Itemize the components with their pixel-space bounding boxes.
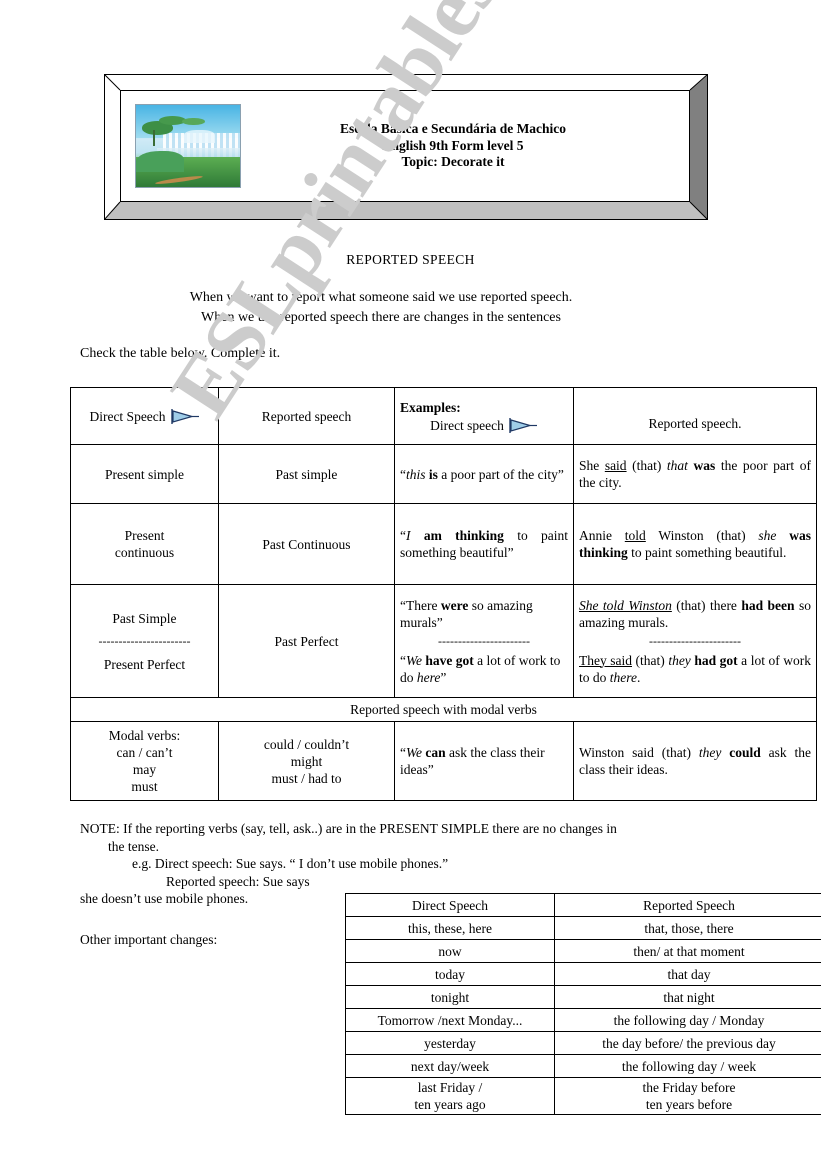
example-direct-3a: “There were so amazing murals” xyxy=(400,597,533,630)
changes-cell-direct: yesterday xyxy=(345,1031,555,1055)
table-header-row: Direct Speech Reported speech Examples: … xyxy=(70,387,817,445)
table-row-present-simple: Present simple Past simple “this is a po… xyxy=(70,444,817,504)
direct-tense-present-continuous: Present continuous xyxy=(70,503,219,585)
arrow-right-icon xyxy=(170,408,200,424)
table-row: tonight that night xyxy=(345,985,821,1009)
changes-cell-reported: then/ at that moment xyxy=(554,939,821,963)
changes-cell-direct: this, these, here xyxy=(345,916,555,940)
example-reported-1: She said (that) that was the poor part o… xyxy=(573,444,817,504)
note-line-3: e.g. Direct speech: Sue says. “ I don’t … xyxy=(132,856,449,871)
table-row-modal-verbs: Modal verbs: can / can’t may must could / c… xyxy=(70,721,817,801)
changes-cell-direct: tonight xyxy=(345,985,555,1009)
direct-tense-present-simple: Present simple xyxy=(70,444,219,504)
intro-line-1: When we want to report what someone said… xyxy=(189,290,573,305)
direct-tense-past-simple-present-perfect: Past Simple ----------------------- Pres… xyxy=(70,584,219,698)
header-direct-speech-cell: Direct Speech xyxy=(70,387,219,445)
changes-cell-reported: the day before/ the previous day xyxy=(554,1031,821,1055)
table-row-present-continuous: Present continuous Past Continuous “I am … xyxy=(70,503,817,585)
example-direct-modal: “We can ask the class their ideas” xyxy=(394,721,574,801)
changes-cell-direct: Tomorrow /next Monday... xyxy=(345,1008,555,1032)
table-row: now then/ at that moment xyxy=(345,939,821,963)
header-landscape-image xyxy=(135,104,241,188)
example-reported-3b: They said (that) they had got a lot of w… xyxy=(579,652,811,685)
changes-cell-direct: now xyxy=(345,939,555,963)
modal-verbs-direct: Modal verbs: can / can’t may must xyxy=(70,721,219,801)
header-direct-speech-label: Direct Speech xyxy=(89,408,166,424)
dash-separator: ----------------------- xyxy=(438,634,530,648)
table-row: this, these, here that, those, there xyxy=(345,916,821,940)
table-row: Tomorrow /next Monday... the following da… xyxy=(345,1008,821,1032)
table-row: next day/week the following day / week xyxy=(345,1054,821,1078)
modal-verbs-band-label: Reported speech with modal verbs xyxy=(70,697,817,722)
intro-paragraph: When we want to report what someone said… xyxy=(0,288,762,328)
example-reported-3: She told Winston (that) there had been s… xyxy=(573,584,817,698)
example-reported-2: Annie told Winston (that) she was thinki… xyxy=(573,503,817,585)
arrow-right-icon xyxy=(508,417,538,433)
other-changes-label: Other important changes: xyxy=(80,932,218,947)
table-row-past-simple-present-perfect: Past Simple ----------------------- Pres… xyxy=(70,584,817,698)
changes-cell-reported: the Friday before ten years before xyxy=(554,1077,821,1115)
example-direct-1: “this is a poor part of the city” xyxy=(394,444,574,504)
header-title-block: Escola Básica e Secundária de Machico En… xyxy=(241,121,689,171)
word-changes-table: Direct Speech Reported Speech this, these,… xyxy=(345,893,821,1115)
example-reported-modal: Winston said (that) they could ask the c… xyxy=(573,721,817,801)
instruction-check-table: Check the table below. Complete it. xyxy=(80,346,281,361)
changes-cell-reported: that day xyxy=(554,962,821,986)
example-direct-3: “There were so amazing murals” ---------… xyxy=(394,584,574,698)
example-direct-2: “I am thinking to paint something beauti… xyxy=(394,503,574,585)
note-line-4: Reported speech: Sue says xyxy=(166,873,310,889)
note-line-2: the tense. xyxy=(108,838,159,854)
page-title: REPORTED SPEECH xyxy=(346,252,475,267)
changes-cell-direct: next day/week xyxy=(345,1054,555,1078)
table-row: yesterday the day before/ the previous da… xyxy=(345,1031,821,1055)
school-name: Escola Básica e Secundária de Machico xyxy=(339,121,567,137)
class-level: English 9th Form level 5 xyxy=(382,137,524,153)
header-inner-box: Escola Básica e Secundária de Machico En… xyxy=(120,90,690,202)
table-row: today that day xyxy=(345,962,821,986)
direct-tense-present-perfect: Present Perfect xyxy=(103,656,186,672)
worksheet-page: ESLprintables.com Escola Básica e Secund… xyxy=(0,0,821,1169)
header-reported-speech-cell: Reported speech xyxy=(218,387,395,445)
table-row-modal-band: Reported speech with modal verbs xyxy=(70,697,817,722)
note-line-1: NOTE: If the reporting verbs (say, tell,… xyxy=(80,821,617,836)
topic-line: Topic: Decorate it xyxy=(401,154,505,170)
reported-tense-past-continuous: Past Continuous xyxy=(218,503,395,585)
reported-tense-past-simple: Past simple xyxy=(218,444,395,504)
dash-separator: ----------------------- xyxy=(649,634,741,648)
header-examples-direct-cell: Examples: Direct speech xyxy=(394,387,574,445)
table-row: last Friday / ten years ago the Friday bef… xyxy=(345,1077,821,1115)
changes-cell-direct: today xyxy=(345,962,555,986)
changes-cell-reported: that night xyxy=(554,985,821,1009)
reported-speech-table: Direct Speech Reported speech Examples: … xyxy=(70,387,817,801)
examples-reported-label: Reported speech. xyxy=(648,415,742,431)
examples-direct-label: Direct speech xyxy=(430,417,504,433)
changes-cell-reported: the following day / Monday xyxy=(554,1008,821,1032)
changes-header-reported: Reported Speech xyxy=(554,893,821,917)
header-examples-reported-cell: Reported speech. xyxy=(573,387,817,445)
reported-tense-past-perfect: Past Perfect xyxy=(218,584,395,698)
modal-verbs-reported: could / couldn’t might must / had to xyxy=(218,721,395,801)
changes-cell-reported: that, those, there xyxy=(554,916,821,940)
example-direct-3b: “We have got a lot of work to do here” xyxy=(400,652,561,685)
example-reported-3a: She told Winston (that) there had been s… xyxy=(579,597,811,630)
examples-label: Examples: xyxy=(400,399,461,415)
changes-header-direct: Direct Speech xyxy=(345,893,555,917)
changes-header-row: Direct Speech Reported Speech xyxy=(345,893,821,917)
dash-separator: ----------------------- xyxy=(98,634,191,648)
changes-cell-reported: the following day / week xyxy=(554,1054,821,1078)
direct-tense-past-simple: Past Simple xyxy=(112,610,177,626)
intro-line-2: When we use reported speech there are ch… xyxy=(201,310,561,325)
changes-cell-direct: last Friday / ten years ago xyxy=(345,1077,555,1115)
